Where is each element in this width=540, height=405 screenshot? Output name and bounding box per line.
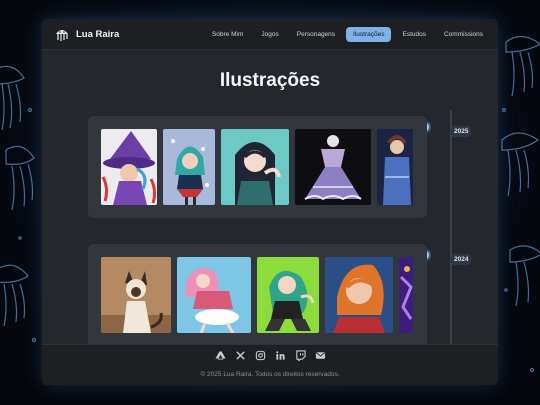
brand-name: Lua Raira (76, 28, 120, 40)
timeline-line (450, 110, 452, 350)
thumbnail-green-haired-girl-illustration[interactable] (257, 257, 319, 333)
email-icon[interactable] (315, 350, 326, 361)
twitch-icon[interactable] (295, 350, 306, 361)
app-window: Lua Raira Sobre Mim Jogos Personagens Il… (42, 19, 498, 385)
year-badge-2024: 2024 (451, 254, 472, 265)
thumbnail-teal-hair-girl-illustration[interactable] (163, 129, 215, 205)
year-badge-2025: 2025 (451, 126, 472, 137)
linkedin-icon[interactable] (275, 350, 286, 361)
nav-item-personagens[interactable]: Personagens (290, 27, 342, 42)
social-links (42, 350, 498, 361)
thumbnail-pink-hair-girl-illustration[interactable] (177, 257, 251, 333)
gallery-2025 (88, 116, 427, 218)
thumbnail-siamese-cat-illustration[interactable] (101, 257, 171, 333)
instagram-icon[interactable] (255, 350, 266, 361)
thumbnail-hooded-girl-illustration[interactable] (221, 129, 289, 205)
nav-item-jogos[interactable]: Jogos (254, 27, 285, 42)
thumbnail-purple-illustration[interactable] (399, 257, 413, 333)
thumbnail-witch-illustration[interactable] (101, 129, 157, 205)
thumbnail-lace-dress-illustration[interactable] (295, 129, 371, 205)
page-title: Ilustrações (219, 70, 321, 91)
background-jellyfish-right (496, 0, 540, 405)
brand[interactable]: Lua Raira (54, 26, 119, 42)
thumbnail-red-hair-portrait-illustration[interactable] (325, 257, 393, 333)
copyright-text: © 2025 Lua Raira. Todos os direitos rese… (200, 371, 340, 378)
artstation-icon[interactable] (214, 350, 226, 361)
background-jellyfish-left (0, 0, 44, 405)
main-nav: Sobre Mim Jogos Personagens Ilustrações … (205, 26, 490, 42)
navbar: Lua Raira Sobre Mim Jogos Personagens Il… (42, 19, 498, 50)
nav-item-sobre-mim[interactable]: Sobre Mim (205, 27, 250, 42)
nav-item-ilustracoes[interactable]: Ilustrações (346, 26, 392, 42)
nav-item-estudos[interactable]: Estudos (395, 27, 433, 42)
nav-item-commissions[interactable]: Commissions (437, 27, 490, 42)
thumbnail-blue-outfit-girl-illustration[interactable] (377, 129, 413, 205)
gallery-2024 (88, 244, 427, 354)
x-icon[interactable] (235, 350, 246, 361)
footer: © 2025 Lua Raira. Todos os direitos rese… (42, 344, 498, 385)
jellyfish-logo-icon (56, 30, 68, 41)
